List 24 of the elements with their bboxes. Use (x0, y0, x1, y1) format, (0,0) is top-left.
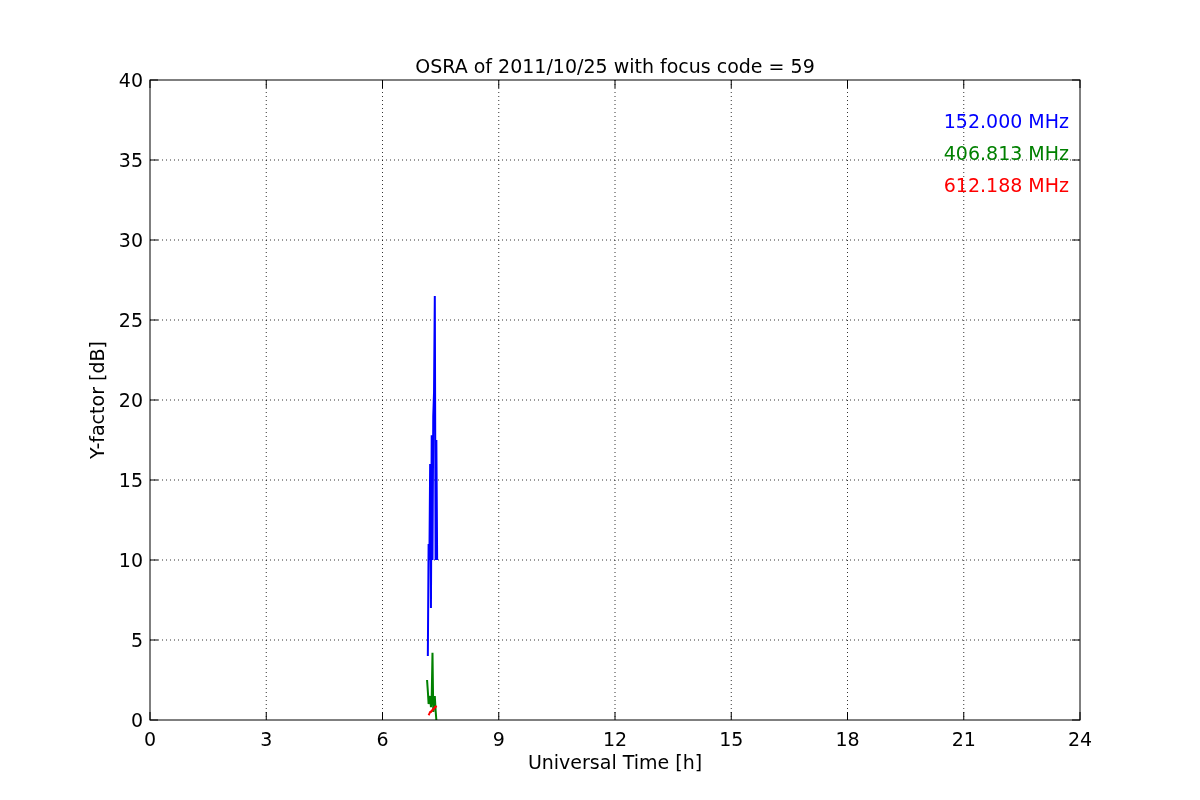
tick-label: 20 (118, 389, 143, 411)
tick-label: 15 (118, 469, 143, 491)
axis-title: Universal Time [h] (527, 751, 703, 773)
tick-label: 12 (602, 728, 628, 750)
tick-label: 25 (118, 309, 143, 331)
tick-label: 30 (118, 229, 143, 251)
tick-label: 0 (130, 709, 143, 731)
tick-label: 40 (118, 69, 143, 91)
tick-label: 0 (143, 728, 157, 750)
tick-label: 15 (719, 728, 744, 750)
legend-label: 152.000 MHz (943, 110, 1069, 132)
tick-label: 24 (1067, 728, 1093, 750)
legend-label: 612.188 MHz (943, 174, 1069, 196)
tick-label: 10 (118, 549, 143, 571)
tick-label: 18 (835, 728, 860, 750)
tick-label: 6 (376, 728, 389, 750)
tick-label: 5 (130, 629, 143, 651)
chart-title: OSRA of 2011/10/25 with focus code = 59 (415, 55, 815, 77)
tick-label: 35 (118, 149, 143, 171)
axis-title: Y-factor [dB] (86, 341, 108, 459)
legend-label: 406.813 MHz (943, 142, 1069, 164)
tick-label: 3 (260, 728, 273, 750)
tick-label: 21 (951, 728, 976, 750)
tick-label: 9 (492, 728, 505, 750)
